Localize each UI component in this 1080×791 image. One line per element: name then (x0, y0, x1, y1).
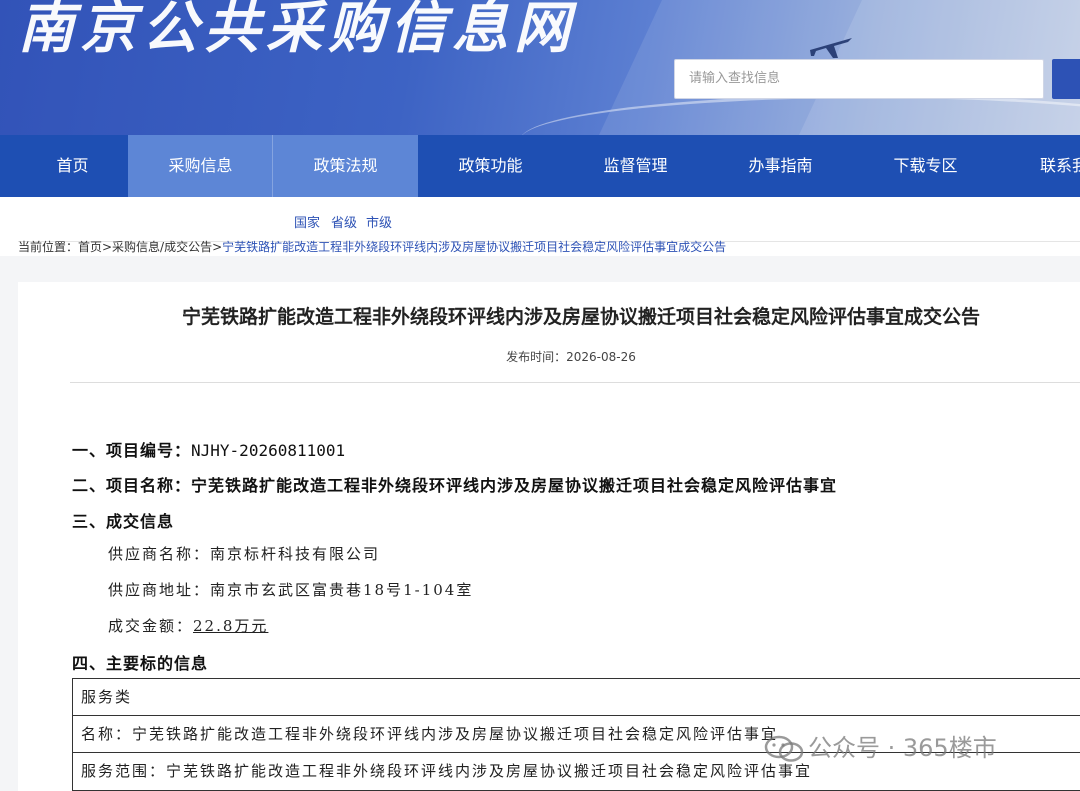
supplier-name: 供应商名称：南京标杆科技有限公司 (108, 545, 381, 563)
project-name: 宁芜铁路扩能改造工程非外绕段环评线内涉及房屋协议搬迁项目社会稳定风险评估事宜 (191, 476, 838, 495)
divider (70, 382, 1080, 383)
banner-decoration (520, 95, 1080, 135)
airplane-icon (810, 38, 852, 58)
search-button[interactable] (1052, 59, 1080, 99)
section-project-name: 二、项目名称：宁芜铁路扩能改造工程非外绕段环评线内涉及房屋协议搬迁项目社会稳定风… (72, 472, 837, 496)
deal-amount-value: 22.8万元 (193, 617, 269, 635)
publish-time: 发布时间：2026-08-26 (506, 350, 636, 364)
breadcrumb-path[interactable]: 当前位置：首页>采购信息/成交公告> (18, 240, 222, 254)
subnav-link-municipal[interactable]: 市级 (366, 212, 392, 231)
supplier-address: 供应商地址：南京市玄武区富贵巷18号1-104室 (108, 581, 474, 599)
header-banner: 南京公共采购信息网 请输入查找信息 (0, 0, 1080, 135)
section-label: 三、成交信息 (72, 512, 175, 531)
search-input[interactable]: 请输入查找信息 (674, 59, 1044, 99)
nav-item-policy-function[interactable]: 政策功能 (418, 135, 563, 197)
nav-item-guide[interactable]: 办事指南 (708, 135, 853, 197)
section-project-number: 一、项目编号：NJHY-20260811001 (72, 437, 345, 461)
wechat-icon (764, 735, 804, 762)
breadcrumb: 当前位置：首页>采购信息/成交公告>宁芜铁路扩能改造工程非外绕段环评线内涉及房屋… (18, 239, 1080, 255)
main-nav: 首页 采购信息 政策法规 政策功能 监督管理 办事指南 下载专区 联系我 (0, 135, 1080, 197)
section-subject-info: 四、主要标的信息 (72, 650, 208, 674)
deal-amount-label: 成交金额： (108, 617, 194, 635)
watermark-text: 公众号 · 365楼市 (808, 734, 997, 762)
nav-item-supervision[interactable]: 监督管理 (563, 135, 708, 197)
nav-item-policy[interactable]: 政策法规 (273, 135, 418, 197)
nav-item-download[interactable]: 下载专区 (853, 135, 998, 197)
project-number: NJHY-20260811001 (191, 441, 346, 460)
nav-item-procurement[interactable]: 采购信息 (128, 135, 273, 197)
sub-nav: 国家 省级 市级 (18, 198, 1080, 242)
watermark: 公众号 · 365楼市 (764, 730, 997, 766)
nav-item-contact[interactable]: 联系我 (1000, 135, 1080, 197)
article-title: 宁芜铁路扩能改造工程非外绕段环评线内涉及房屋协议搬迁项目社会稳定风险评估事宜成交… (181, 306, 980, 328)
site-logo[interactable]: 南京公共采购信息网 (18, 0, 576, 56)
table-row: 服务类 (73, 679, 1080, 716)
subnav-link-national[interactable]: 国家 (294, 212, 320, 231)
section-label: 一、项目编号： (72, 441, 192, 460)
breadcrumb-current[interactable]: 宁芜铁路扩能改造工程非外绕段环评线内涉及房屋协议搬迁项目社会稳定风险评估事宜成交… (222, 240, 726, 254)
nav-item-home[interactable]: 首页 (0, 135, 145, 197)
section-deal-info: 三、成交信息 (72, 508, 174, 532)
subnav-link-provincial[interactable]: 省级 (331, 212, 357, 231)
section-label: 四、主要标的信息 (72, 654, 209, 673)
deal-amount: 成交金额：22.8万元 (108, 615, 268, 636)
section-label: 二、项目名称： (72, 476, 192, 495)
